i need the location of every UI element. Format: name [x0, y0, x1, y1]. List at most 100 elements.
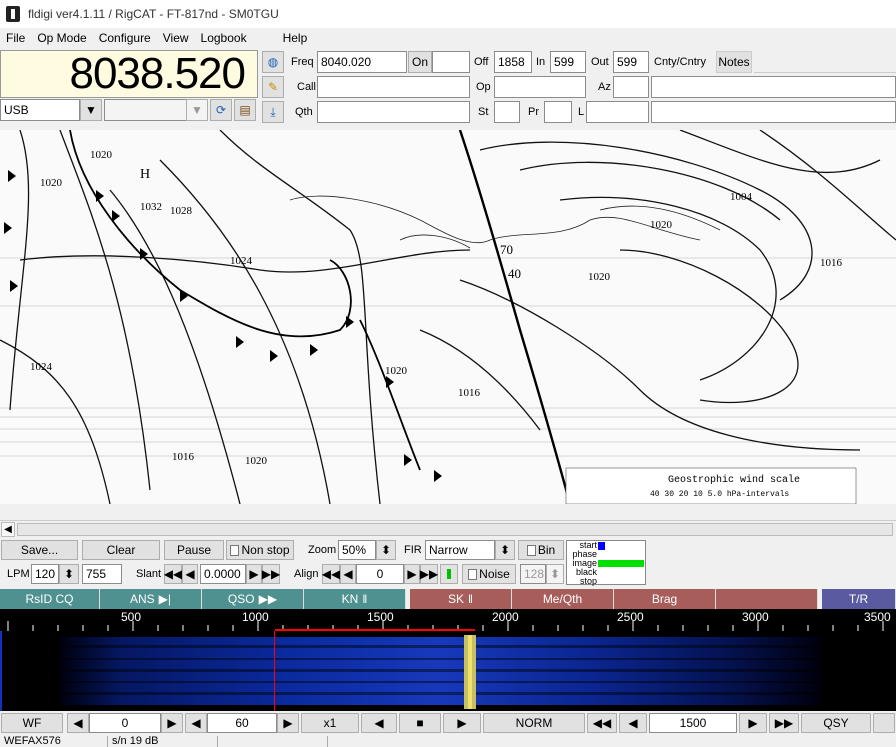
zoom-factor-button[interactable]: x1: [301, 713, 359, 733]
align-fast-left-button[interactable]: ◀◀: [322, 564, 340, 584]
globe-button[interactable]: ◍: [262, 51, 284, 73]
on-time-field[interactable]: [432, 51, 470, 73]
lpm-aux-field[interactable]: 755: [82, 564, 122, 584]
fir-select[interactable]: Narrow: [425, 540, 495, 560]
macro-me-qth[interactable]: Me/Qth: [512, 589, 614, 609]
speed-up-button[interactable]: ▶: [277, 713, 299, 733]
waterfall-mode-button[interactable]: WF: [1, 713, 63, 733]
right-icon: ▶: [167, 716, 177, 730]
bandwidth-select[interactable]: [104, 99, 188, 121]
bin-spin-button[interactable]: ⬍: [546, 564, 564, 584]
lpm-select[interactable]: 120: [31, 564, 59, 584]
off-time-field[interactable]: 1858: [494, 51, 532, 73]
scale-label: 500: [121, 610, 142, 624]
notes-field[interactable]: [651, 101, 896, 123]
carrier-fast-up-button[interactable]: ▶▶: [769, 713, 799, 733]
qth-field[interactable]: [317, 101, 470, 123]
bin-label: Bin: [537, 543, 556, 557]
tr-button[interactable]: T/R: [822, 589, 896, 609]
lock-button[interactable]: [873, 713, 895, 733]
weather-fax-image[interactable]: 1020 1020 H 1032 1028 1024 1024 1020 101…: [0, 130, 896, 504]
norm-button[interactable]: NORM: [483, 713, 585, 733]
align-left-button[interactable]: ◀: [340, 564, 356, 584]
carrier-fast-down-button[interactable]: ◀◀: [587, 713, 617, 733]
align-field[interactable]: 0: [356, 564, 404, 584]
offset-field[interactable]: 0: [89, 713, 161, 733]
menu-file[interactable]: File: [0, 31, 31, 45]
macro-ans[interactable]: ANS ▶|: [100, 589, 202, 609]
offset-up-button[interactable]: ▶: [161, 713, 183, 733]
stop-button[interactable]: ■: [399, 713, 441, 733]
fir-dropdown-button[interactable]: ⬍: [495, 540, 515, 560]
slant-field[interactable]: 0.0000: [200, 564, 246, 584]
offset-down-button[interactable]: ◀: [67, 713, 89, 733]
save-image-button[interactable]: Save...: [1, 540, 78, 560]
st-field[interactable]: [494, 101, 520, 123]
macro-empty[interactable]: [716, 589, 818, 609]
frequency-scale[interactable]: 500 1000 1500 2000 2500 3000 3500: [0, 609, 896, 633]
bin-toggle[interactable]: Bin: [518, 540, 564, 560]
fax-horizontal-scrollbar[interactable]: ◀: [0, 520, 896, 538]
menu-help[interactable]: Help: [277, 31, 314, 45]
macro-kn[interactable]: KN ‖: [304, 589, 406, 609]
menu-view[interactable]: View: [157, 31, 195, 45]
carrier-up-button[interactable]: ▶: [739, 713, 767, 733]
speed-down-button[interactable]: ◀: [185, 713, 207, 733]
zoom-select[interactable]: 50%: [338, 540, 376, 560]
memory-button[interactable]: ▤: [234, 99, 256, 121]
frequency-display[interactable]: 8038.520: [0, 49, 258, 98]
locator-field[interactable]: [586, 101, 649, 123]
on-button[interactable]: On: [408, 51, 432, 73]
macro-qso[interactable]: QSO ▶▶: [202, 589, 304, 609]
lpm-dropdown-button[interactable]: ⬍: [59, 564, 79, 584]
menu-logbook[interactable]: Logbook: [195, 31, 253, 45]
waterfall-display[interactable]: [0, 631, 896, 711]
menu-op-mode[interactable]: Op Mode: [31, 31, 92, 45]
macro-rsid-cq[interactable]: RsID CQ: [0, 589, 100, 609]
az-field[interactable]: [613, 76, 649, 98]
mode-select[interactable]: USB: [0, 99, 80, 121]
pr-field[interactable]: [544, 101, 572, 123]
notes-tab[interactable]: Notes: [716, 51, 752, 73]
non-stop-toggle[interactable]: Non stop: [226, 540, 294, 560]
non-stop-checkbox[interactable]: [230, 544, 240, 556]
cnty-field[interactable]: [651, 76, 896, 98]
scroll-thumb[interactable]: [17, 523, 893, 536]
align-right-button[interactable]: ▶: [404, 564, 420, 584]
noise-checkbox[interactable]: [468, 568, 478, 580]
menu-configure[interactable]: Configure: [93, 31, 157, 45]
carrier-down-button[interactable]: ◀: [619, 713, 647, 733]
forward-button[interactable]: ▶: [443, 713, 481, 733]
clear-image-button[interactable]: Clear: [82, 540, 160, 560]
macro-brag[interactable]: Brag: [614, 589, 716, 609]
slant-left-button[interactable]: ◀: [182, 564, 198, 584]
rst-in-field[interactable]: 599: [550, 51, 586, 73]
fax-label: 1020: [650, 219, 673, 231]
bandwidth-dropdown-button[interactable]: ▼: [186, 99, 208, 121]
st-label: St: [478, 106, 489, 118]
bin-checkbox[interactable]: [526, 544, 536, 556]
refresh-button[interactable]: ⟳: [210, 99, 232, 121]
bin-value-field[interactable]: 128: [520, 564, 546, 584]
rewind-button[interactable]: ◀: [361, 713, 397, 733]
mode-dropdown-button[interactable]: ▼: [80, 99, 102, 121]
save-log-button[interactable]: ⤓: [262, 101, 284, 123]
macro-sk[interactable]: SK ‖: [410, 589, 512, 609]
carrier-field[interactable]: 1500: [649, 713, 737, 733]
freq-field[interactable]: 8040.020: [317, 51, 407, 73]
align-fast-right-button[interactable]: ▶▶: [420, 564, 438, 584]
slant-right-button[interactable]: ▶: [246, 564, 262, 584]
op-field[interactable]: [494, 76, 586, 98]
speed-field[interactable]: 60: [207, 713, 277, 733]
qsy-button[interactable]: QSY: [801, 713, 871, 733]
clear-log-button[interactable]: ✎: [262, 76, 284, 98]
call-field[interactable]: [317, 76, 470, 98]
noise-toggle[interactable]: Noise: [462, 564, 516, 584]
scroll-left-icon[interactable]: ◀: [1, 522, 15, 537]
zoom-dropdown-button[interactable]: ⬍: [376, 540, 396, 560]
slant-fast-right-button[interactable]: ▶▶: [262, 564, 280, 584]
slant-fast-left-button[interactable]: ◀◀: [164, 564, 182, 584]
fax-caption: Geostrophic wind scale: [668, 474, 800, 486]
rst-out-field[interactable]: 599: [613, 51, 649, 73]
pause-button[interactable]: Pause: [164, 540, 224, 560]
